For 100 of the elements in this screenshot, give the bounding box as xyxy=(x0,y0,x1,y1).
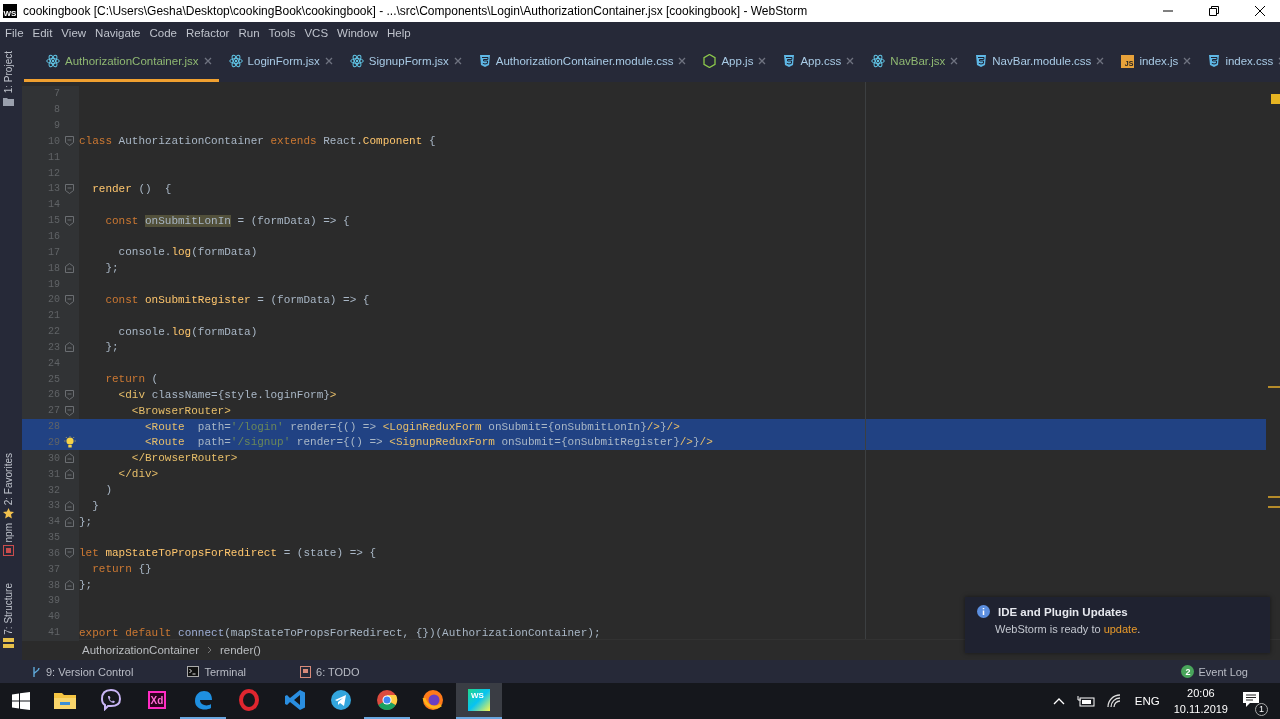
notification-title: IDE and Plugin Updates xyxy=(998,605,1128,618)
scroll-marker[interactable] xyxy=(1271,94,1280,104)
editor-tab[interactable]: NavBar.jsx xyxy=(861,43,966,82)
app-logo: WS xyxy=(3,4,17,18)
fold-icon[interactable] xyxy=(65,389,74,400)
fold-icon[interactable] xyxy=(65,516,74,527)
webstorm-app-icon: WS xyxy=(468,689,490,711)
code-line: </div> xyxy=(117,468,159,481)
editor-tab[interactable]: LoginForm.jsx xyxy=(218,43,340,82)
lightbulb-icon[interactable] xyxy=(64,435,76,449)
code-line: const onSubmitLonIn = (formData) => { xyxy=(104,214,350,227)
editor-tab[interactable]: App.js xyxy=(693,43,774,82)
code-line: }; xyxy=(104,262,119,275)
chrome-icon xyxy=(376,689,398,711)
tool-window-button[interactable]: Terminal xyxy=(204,665,246,678)
menu-item[interactable]: Help xyxy=(386,26,411,39)
code-line: class AuthorizationContainer extends React.Component { xyxy=(79,135,436,148)
paper-plane-icon xyxy=(330,689,352,711)
phone-bubble-icon xyxy=(100,689,122,711)
notification-count: 1 xyxy=(1255,702,1268,716)
fold-icon[interactable] xyxy=(65,548,74,559)
breadcrumb-item[interactable]: render() xyxy=(220,644,261,656)
menu-item[interactable]: View xyxy=(61,26,87,39)
breadcrumb-item[interactable]: AuthorizationContainer xyxy=(82,644,199,656)
editor-tab[interactable]: AuthorizationContainer.module.css xyxy=(468,43,694,82)
tool-window-button[interactable]: npm xyxy=(3,523,14,543)
fold-icon[interactable] xyxy=(65,469,74,480)
menu-item[interactable]: Tools xyxy=(268,26,296,39)
code-line: <div className={style.loginForm}> xyxy=(117,388,337,401)
fold-icon[interactable] xyxy=(65,405,74,416)
taskbar-app[interactable]: Xd xyxy=(134,683,180,719)
fold-icon[interactable] xyxy=(65,294,74,305)
code-line: }; xyxy=(79,579,93,592)
code-line: } xyxy=(91,499,99,512)
code-line: console.log(formData) xyxy=(117,246,258,259)
hexagon-icon xyxy=(703,54,717,68)
code-line: <BrowserRouter> xyxy=(130,404,231,417)
menu-item[interactable]: Run xyxy=(238,26,260,39)
fold-icon[interactable] xyxy=(65,342,74,353)
wifi-icon[interactable] xyxy=(1106,694,1123,708)
code-line: <Route path='/login' render={() => <LoginReduxForm onSubmit={onSubmitLonIn}/>}/> xyxy=(144,420,680,433)
clock-date[interactable]: 10.11.2019 xyxy=(1173,701,1228,717)
fold-icon[interactable] xyxy=(65,136,74,147)
menu-item[interactable]: VCS xyxy=(304,26,329,39)
battery-icon[interactable] xyxy=(1076,695,1095,707)
chevron-icon xyxy=(207,646,212,654)
fold-icon[interactable] xyxy=(65,263,74,274)
branch-icon xyxy=(32,665,41,678)
tool-window-button[interactable]: 9: Version Control xyxy=(46,665,134,678)
code-line: }; xyxy=(104,341,119,354)
terminal-icon xyxy=(187,666,200,677)
event-log-button[interactable]: Event Log xyxy=(1198,665,1248,678)
chevron-up-icon[interactable] xyxy=(1052,697,1065,705)
tool-window-button[interactable]: 2: Favorites xyxy=(3,453,14,506)
code-line: let mapStateToPropsForRedirect = (state) => { xyxy=(79,547,377,560)
css-file-icon xyxy=(478,54,491,68)
input-language[interactable]: ENG xyxy=(1134,695,1160,707)
editor-tab[interactable]: index.css xyxy=(1198,43,1280,82)
scroll-marker[interactable] xyxy=(1268,386,1280,388)
editor-tab[interactable]: App.css xyxy=(773,43,862,82)
code-line: const onSubmitRegister = (formData) => { xyxy=(104,293,370,306)
clock-time[interactable]: 20:06 xyxy=(1187,685,1215,701)
close-icon[interactable] xyxy=(1254,5,1266,17)
fold-icon[interactable] xyxy=(65,215,74,226)
menu-item[interactable]: Edit xyxy=(32,26,53,39)
structure-icon xyxy=(3,637,14,649)
menu-item[interactable]: Navigate xyxy=(95,26,141,39)
editor-tab[interactable]: NavBar.module.css xyxy=(965,43,1112,82)
notification-text: WebStorm is ready to update. xyxy=(994,623,1142,635)
scroll-marker[interactable] xyxy=(1268,506,1280,508)
menu-item[interactable]: File xyxy=(5,26,24,39)
fold-icon[interactable] xyxy=(65,500,74,511)
code-line: return {} xyxy=(91,563,152,576)
menu-item[interactable]: Refactor xyxy=(185,26,230,39)
fold-icon[interactable] xyxy=(65,184,74,194)
atom-icon xyxy=(871,54,886,68)
menu-item[interactable]: Window xyxy=(337,26,378,39)
code-line: return ( xyxy=(104,373,159,386)
speech-bubble-icon[interactable] xyxy=(1242,690,1260,708)
folder-icon xyxy=(54,691,76,709)
window-title: cookingbook [C:\Users\Gesha\Desktop\cookingBook\cookingbook] - ...\src\Components\Login\AuthorizationContainer.jsx [cookingbook] - WebStorm xyxy=(23,4,808,18)
scroll-marker[interactable] xyxy=(1268,496,1280,498)
code-line: }; xyxy=(79,515,93,528)
fold-icon[interactable] xyxy=(65,453,74,464)
fold-icon[interactable] xyxy=(65,580,74,591)
code-line: console.log(formData) xyxy=(117,325,258,338)
ring-icon xyxy=(238,689,260,711)
menu-item[interactable]: Code xyxy=(149,26,177,39)
code-line: <Route path='/signup' render={() => <SignupReduxForm onSubmit={onSubmitRegister}/>}/> xyxy=(144,436,713,449)
event-count-badge: 2 xyxy=(1181,665,1195,678)
line-number: 29 xyxy=(47,437,60,448)
restore-icon[interactable] xyxy=(1208,5,1220,17)
code-line: export default connect(mapStateToPropsForRedirect, {})(AuthorizationContainer); xyxy=(79,626,601,639)
tool-window-button[interactable]: 7: Structure xyxy=(3,583,14,635)
tool-window-button[interactable]: 1: Project xyxy=(3,51,14,94)
code-line: render () { xyxy=(91,183,172,195)
editor-tab[interactable]: SignupForm.jsx xyxy=(339,43,469,82)
tool-window-button[interactable]: 6: TODO xyxy=(316,665,360,678)
windows-start-icon[interactable] xyxy=(12,692,30,710)
atom-icon xyxy=(349,54,364,68)
